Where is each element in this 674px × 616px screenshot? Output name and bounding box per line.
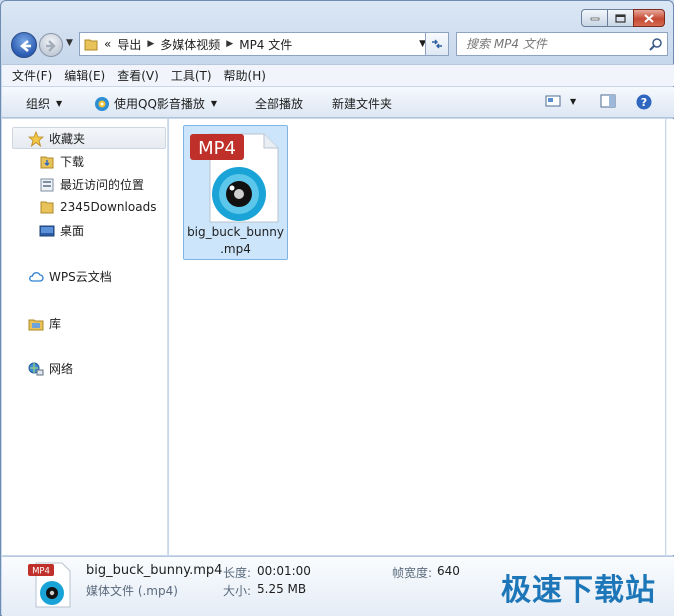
change-view-button[interactable]: ▼ [545, 94, 576, 108]
mp4-file-icon: MP4 [190, 133, 279, 223]
menu-bar: 文件(F) 编辑(E) 查看(V) 工具(T) 帮助(H) [2, 64, 674, 86]
nav-item-label: 2345Downloads [60, 200, 157, 214]
recent-places-icon [40, 178, 54, 191]
duration-label: 长度: [223, 566, 252, 580]
chevron-down-icon: ▼ [56, 99, 63, 108]
cloud-icon [29, 271, 44, 282]
network-icon [28, 362, 44, 375]
close-button[interactable] [633, 9, 665, 27]
new-folder-button[interactable]: 新建文件夹 [332, 95, 392, 112]
menu-edit[interactable]: 编辑(E) [64, 67, 105, 84]
nav-item-network[interactable]: 网络 [28, 360, 73, 377]
star-icon [28, 130, 44, 147]
nav-item-desktop[interactable]: 桌面 [39, 222, 84, 239]
nav-item-2345downloads[interactable]: 2345Downloads [39, 199, 156, 215]
details-filename: big_buck_bunny.mp4 [86, 563, 223, 578]
breadcrumb-item[interactable]: 导出 [117, 36, 141, 53]
file-item[interactable]: MP4 big_buck_bunny .mp4 [183, 125, 288, 260]
details-file-type: 媒体文件 (.mp4) [86, 584, 178, 598]
menu-file[interactable]: 文件(F) [12, 67, 52, 84]
caption-buttons [581, 9, 665, 27]
nav-item-label: 最近访问的位置 [60, 178, 145, 192]
search-input[interactable] [466, 37, 646, 51]
vertical-scrollbar[interactable] [666, 119, 674, 555]
new-folder-label: 新建文件夹 [332, 97, 393, 111]
nav-item-wps-cloud[interactable]: WPS云文档 [28, 268, 112, 285]
address-bar[interactable]: « 导出 ▶ 多媒体视频 ▶ MP4 文件 ▼ [79, 32, 432, 56]
file-name-line: big_buck_bunny [187, 225, 284, 239]
library-icon [28, 319, 44, 330]
nav-item-downloads[interactable]: 下载 [39, 153, 84, 170]
breadcrumb-item[interactable]: MP4 文件 [239, 36, 292, 53]
file-name-line: .mp4 [220, 242, 251, 256]
play-with-qq-button[interactable]: 使用QQ影音播放 ▼ [94, 95, 217, 112]
menu-tools[interactable]: 工具(T) [171, 67, 212, 84]
view-icon [545, 95, 561, 107]
close-icon [644, 13, 654, 23]
maximize-button[interactable] [607, 9, 634, 27]
file-name: big_buck_bunny .mp4 [184, 224, 287, 258]
navigation-row: ▼ « 导出 ▶ 多媒体视频 ▶ MP4 文件 ▼ [9, 32, 669, 58]
play-all-button[interactable]: 全部播放 [255, 95, 303, 112]
watermark-logo: 极速下载站 [501, 573, 656, 608]
file-list: MP4 big_buck_bunny .mp4 [169, 119, 665, 555]
mp4-file-icon: MP4 [28, 562, 71, 608]
frame-width-value: 640 [437, 564, 460, 578]
nav-item-label: 收藏夹 [49, 132, 86, 146]
organize-label: 组织 [26, 97, 51, 111]
recent-pages-dropdown[interactable]: ▼ [66, 38, 73, 48]
maximize-icon [615, 13, 626, 23]
svg-text:?: ? [641, 96, 647, 109]
frame-width-label: 帧宽度: [392, 566, 433, 580]
refresh-icon [432, 39, 442, 49]
folder-icon [84, 39, 98, 51]
breadcrumb-item[interactable]: 多媒体视频 [160, 36, 220, 53]
help-icon: ? [636, 94, 652, 110]
arrow-left-icon [19, 40, 31, 52]
play-with-qq-label: 使用QQ影音播放 [114, 97, 205, 111]
folder-icon [40, 201, 54, 214]
size-value: 5.25 MB [257, 582, 307, 596]
qq-player-icon [95, 96, 109, 111]
search-box[interactable] [456, 32, 668, 56]
refresh-button[interactable] [425, 32, 449, 56]
forward-button[interactable] [39, 33, 63, 57]
nav-item-libraries[interactable]: 库 [28, 315, 61, 332]
preview-pane-button[interactable] [600, 94, 616, 108]
menu-view[interactable]: 查看(V) [117, 67, 159, 84]
search-icon[interactable] [649, 37, 663, 51]
minimize-button[interactable] [581, 9, 608, 27]
size-label: 大小: [223, 584, 252, 598]
help-button[interactable]: ? [636, 94, 652, 110]
navigation-pane: 收藏夹 下载 最近访问的位置 2345Downloads 桌面 WPS云文档 库 [2, 119, 168, 555]
chevron-down-icon: ▼ [570, 96, 577, 106]
downloads-folder-icon [40, 156, 54, 168]
nav-item-label: WPS云文档 [49, 270, 112, 284]
explorer-window: ▼ « 导出 ▶ 多媒体视频 ▶ MP4 文件 ▼ 文件(F) 编辑(E) 查看… [0, 0, 674, 616]
nav-item-recent-places[interactable]: 最近访问的位置 [39, 176, 144, 193]
breadcrumb-separator-icon[interactable]: ▶ [147, 39, 154, 49]
chevron-down-icon: ▼ [210, 99, 218, 108]
duration-value: 00:01:00 [257, 564, 311, 578]
breadcrumb-separator-icon[interactable]: ▶ [226, 39, 233, 49]
details-pane: MP4 big_buck_bunny.mp4 媒体文件 (.mp4) 长度: 0… [2, 556, 674, 616]
back-button[interactable] [11, 32, 37, 58]
breadcrumb-overflow[interactable]: « [104, 37, 111, 51]
organize-button[interactable]: 组织 ▼ [26, 95, 62, 112]
mp4-badge-text: MP4 [198, 138, 236, 159]
minimize-icon [590, 17, 599, 21]
play-all-label: 全部播放 [255, 97, 304, 111]
preview-pane-icon [600, 94, 616, 108]
nav-item-label: 下载 [60, 155, 85, 169]
menu-help[interactable]: 帮助(H) [224, 67, 266, 84]
mp4-badge-text: MP4 [32, 567, 50, 577]
desktop-icon [39, 225, 55, 236]
nav-item-label: 网络 [49, 362, 74, 376]
arrow-right-icon [46, 40, 56, 52]
nav-item-label: 桌面 [60, 224, 85, 238]
nav-item-label: 库 [49, 317, 62, 331]
command-bar: 组织 ▼ 使用QQ影音播放 ▼ 全部播放 新建文件夹 ▼ ? [2, 87, 674, 118]
nav-item-favorites[interactable]: 收藏夹 [28, 130, 85, 147]
